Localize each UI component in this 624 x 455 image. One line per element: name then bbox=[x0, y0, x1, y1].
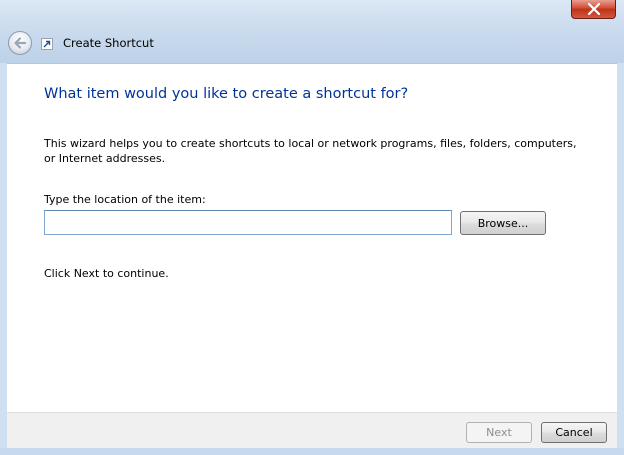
back-button[interactable] bbox=[8, 31, 32, 55]
navigation-row: Create Shortcut bbox=[0, 28, 624, 62]
create-shortcut-window: Create Shortcut What item would you like… bbox=[0, 0, 624, 455]
window-frame-bottom bbox=[0, 448, 624, 455]
wizard-footer: Next Cancel bbox=[7, 412, 617, 448]
shortcut-arrow-icon bbox=[41, 38, 53, 50]
location-label: Type the location of the item: bbox=[44, 193, 206, 206]
close-icon bbox=[587, 2, 600, 15]
wizard-description: This wizard helps you to create shortcut… bbox=[44, 137, 577, 165]
cancel-button[interactable]: Cancel bbox=[541, 422, 607, 443]
continue-instruction: Click Next to continue. bbox=[44, 267, 169, 280]
location-input[interactable] bbox=[44, 210, 452, 235]
title-bar: Create Shortcut bbox=[0, 0, 624, 63]
back-arrow-icon bbox=[14, 37, 27, 49]
browse-button[interactable]: Browse... bbox=[460, 211, 546, 235]
window-title: Create Shortcut bbox=[63, 36, 154, 50]
next-button[interactable]: Next bbox=[466, 422, 532, 443]
wizard-heading: What item would you like to create a sho… bbox=[44, 86, 409, 102]
close-button[interactable] bbox=[571, 0, 616, 19]
wizard-content: What item would you like to create a sho… bbox=[7, 63, 617, 412]
